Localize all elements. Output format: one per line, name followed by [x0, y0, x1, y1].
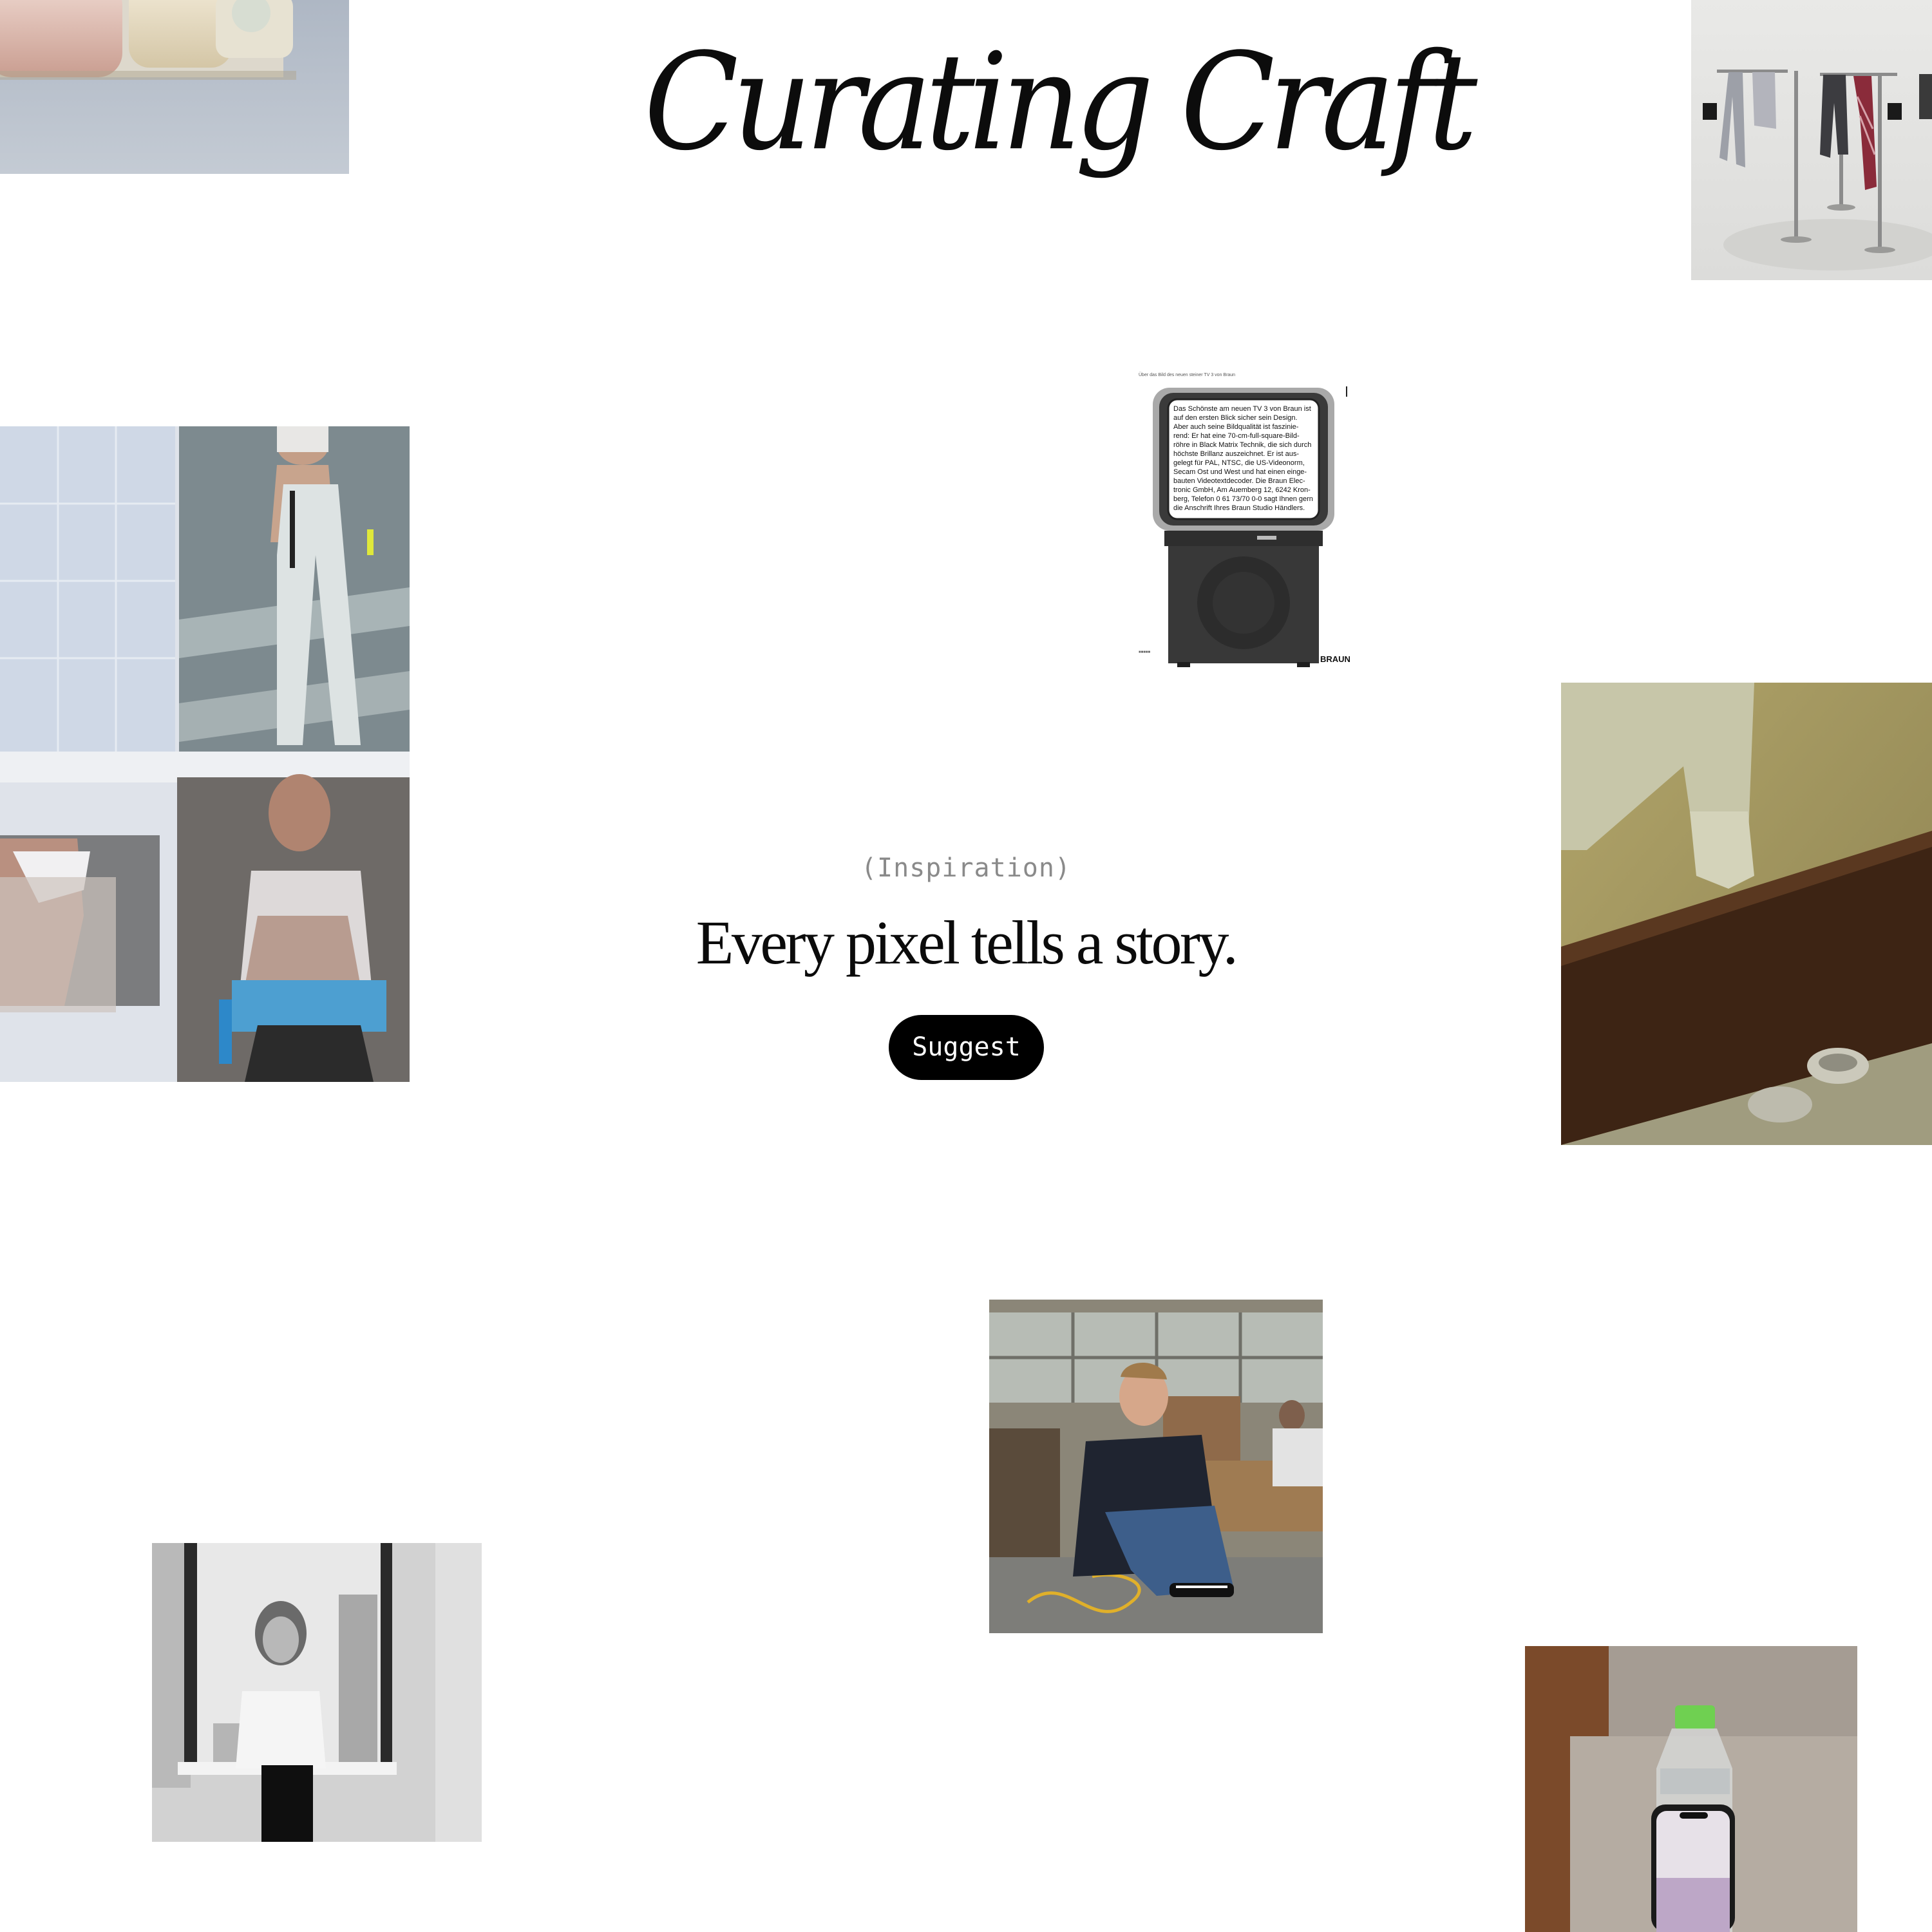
- braun-logo: BRAUN: [1320, 654, 1350, 664]
- braun-ad-line-1: Das Schönste am neuen TV 3 von Braun ist: [1173, 405, 1311, 413]
- braun-ad-caption: Über das Bild des neuen steiner TV 3 von…: [1139, 372, 1235, 377]
- braun-ad-image: Über das Bild des neuen steiner TV 3 von…: [1131, 367, 1355, 674]
- tile-product-cases[interactable]: [0, 0, 349, 174]
- braun-ad-line-10: tronic GmbH, Am Auemberg 12, 6242 Kron-: [1173, 486, 1311, 494]
- braun-ad-line-8: Secam Ost und West und hat einen einge-: [1173, 468, 1307, 476]
- tile-window-portrait[interactable]: [152, 1543, 482, 1842]
- product-cases-image: [0, 0, 349, 174]
- braun-ad-line-9: bauten Videotextdecoder. Die Braun Elec-: [1173, 477, 1305, 485]
- window-portrait-image: [152, 1543, 482, 1842]
- section-eyebrow: (Inspiration): [860, 853, 1072, 883]
- suggest-button[interactable]: Suggest: [889, 1015, 1044, 1080]
- office-portrait-image: [989, 1300, 1323, 1633]
- tile-tatami-slippers[interactable]: [1561, 683, 1932, 1145]
- site-title: Curating Craft: [644, 25, 1477, 180]
- runway-collage-image: [0, 426, 410, 1082]
- svg-text:■■■■■: ■■■■■: [1139, 650, 1150, 654]
- braun-ad-line-3: Aber auch seine Bildqualität ist faszini…: [1173, 423, 1299, 431]
- bottle-phone-image: [1525, 1646, 1857, 1932]
- tile-runway-collage[interactable]: [0, 426, 410, 1082]
- tile-braun-tv-ad[interactable]: Über das Bild des neuen steiner TV 3 von…: [1131, 367, 1355, 674]
- braun-ad-line-6: höchste Brillanz auszeichnet. Er ist aus…: [1173, 450, 1299, 458]
- braun-ad-line-7: gelegt für PAL, NTSC, die US-Videonorm,: [1173, 459, 1305, 467]
- braun-ad-line-12: die Anschrift Ihres Braun Studio Händler…: [1173, 504, 1305, 512]
- braun-ad-line-4: rend: Er hat eine 70-cm-full-square-Bild…: [1173, 432, 1300, 440]
- tile-office-portrait[interactable]: [989, 1300, 1323, 1633]
- tile-bottle-phone[interactable]: [1525, 1646, 1857, 1932]
- hero-headline: Every pixel tells a story.: [696, 908, 1238, 977]
- tatami-slippers-image: [1561, 683, 1932, 1145]
- braun-ad-line-2: auf den ersten Blick sicher sein Design.: [1173, 414, 1298, 422]
- clothing-racks-image: [1691, 0, 1932, 280]
- braun-ad-line-11: berg, Telefon 0 61 73/70 0-0 sagt Ihnen …: [1173, 495, 1313, 503]
- braun-ad-line-5: röhre in Black Matrix Technik, die sich …: [1173, 441, 1311, 449]
- tile-clothing-racks[interactable]: [1691, 0, 1932, 280]
